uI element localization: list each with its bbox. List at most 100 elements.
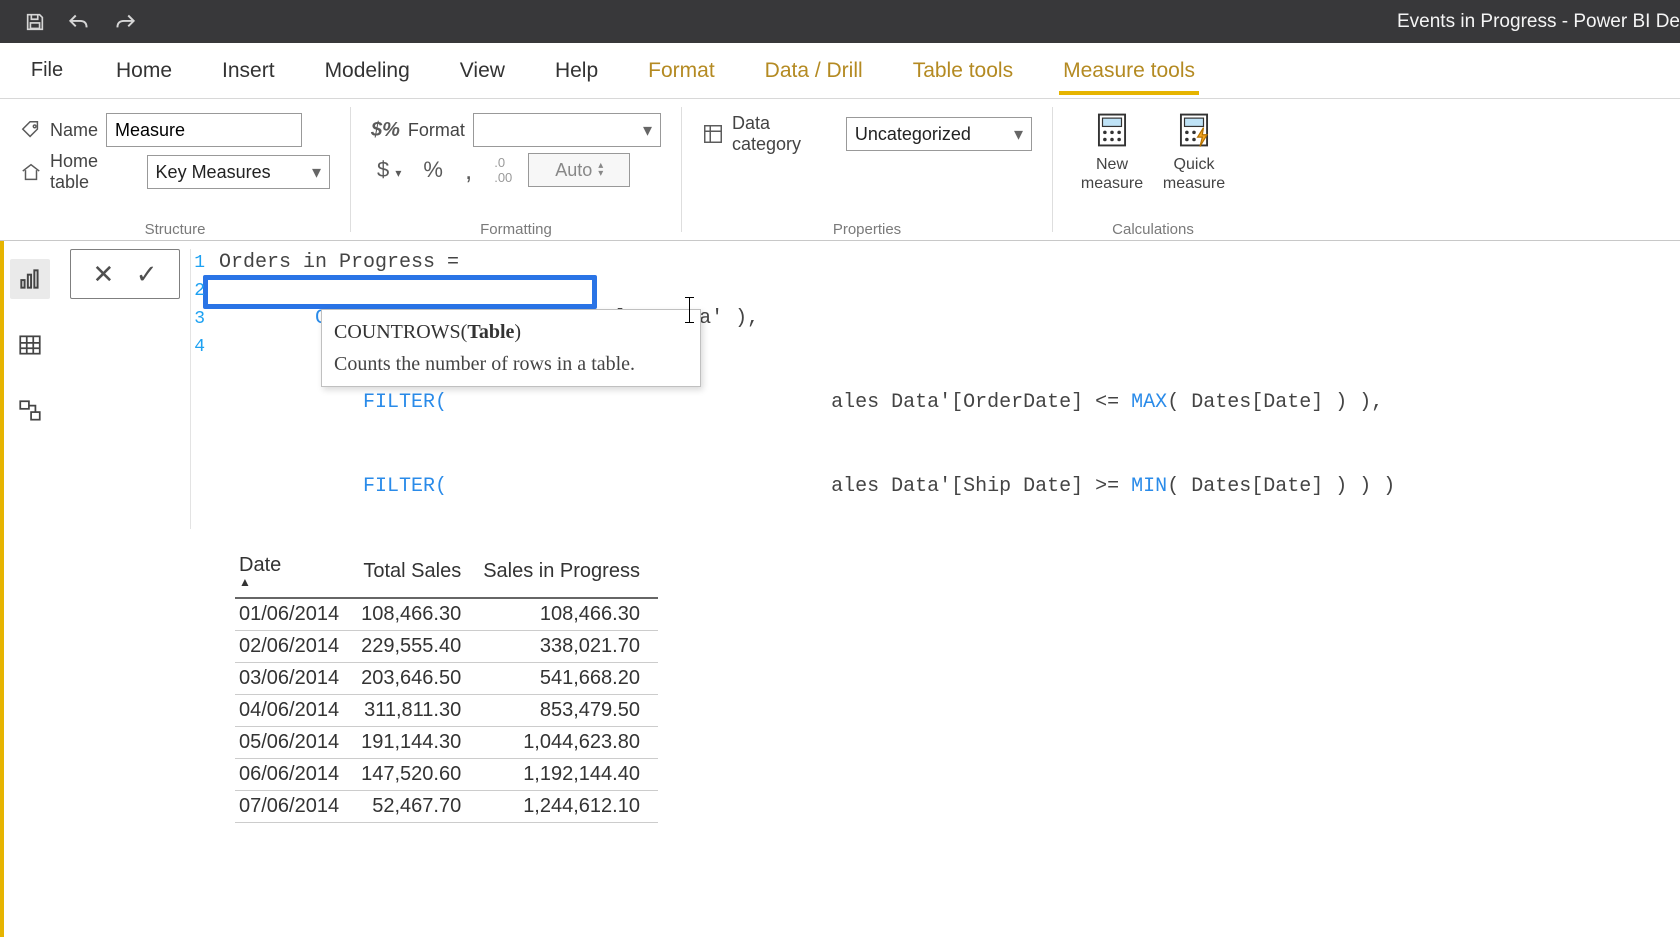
model-view-button[interactable] — [10, 391, 50, 431]
gutter-line-number: 2 — [191, 277, 205, 305]
table-cell: 1,044,623.80 — [479, 727, 658, 759]
data-category-icon — [702, 123, 724, 145]
home-table-select[interactable]: Key Measures ▾ — [147, 155, 330, 189]
table-row[interactable]: 01/06/2014108,466.30108,466.30 — [235, 598, 658, 631]
table-cell: 1,192,144.40 — [479, 759, 658, 791]
table-row[interactable]: 04/06/2014311,811.30853,479.50 — [235, 695, 658, 727]
format-select[interactable]: ▾ — [473, 113, 661, 147]
intellisense-tooltip: COUNTROWS(Table) Counts the number of ro… — [321, 309, 701, 387]
table-cell: 229,555.40 — [357, 631, 479, 663]
dax-token-max: MAX — [1131, 391, 1167, 414]
group-properties: Data category Uncategorized ▾ Properties — [682, 99, 1052, 240]
table-cell: 01/06/2014 — [235, 598, 357, 631]
thousands-separator-button[interactable]: , — [459, 161, 478, 179]
undo-icon[interactable] — [66, 11, 92, 33]
column-header[interactable]: Date▲ — [235, 550, 357, 598]
name-label: Name — [50, 120, 98, 141]
data-category-select[interactable]: Uncategorized ▾ — [846, 117, 1032, 151]
view-rail — [0, 241, 56, 937]
home-table-label: Home table — [50, 151, 139, 193]
table-cell: 07/06/2014 — [235, 791, 357, 823]
spinner-icon[interactable]: ▴▾ — [598, 162, 603, 178]
table-cell: 108,466.30 — [479, 598, 658, 631]
tab-help[interactable]: Help — [551, 53, 602, 95]
file-tab[interactable]: File — [0, 42, 94, 98]
table-row[interactable]: 07/06/201452,467.701,244,612.10 — [235, 791, 658, 823]
ribbon-tabs: File Home Insert Modeling View Help Format Dat… — [0, 43, 1680, 99]
decimal-places-icon: .0.00 — [488, 153, 518, 187]
result-table[interactable]: Date▲Total SalesSales in Progress 01/06/… — [235, 550, 658, 823]
table-cell: 853,479.50 — [479, 695, 658, 727]
ribbon: Name Home table Key Measures ▾ Structure… — [0, 99, 1680, 241]
tab-modeling[interactable]: Modeling — [321, 53, 414, 95]
dax-editor[interactable]: Orders in Progress = CALCULATE( COUNTROW… — [190, 249, 1680, 529]
table-cell: 108,466.30 — [357, 598, 479, 631]
decimal-placeholder: Auto — [555, 160, 592, 181]
table-cell: 06/06/2014 — [235, 759, 357, 791]
tab-measure-tools[interactable]: Measure tools — [1059, 53, 1199, 95]
table-cell: 191,144.30 — [357, 727, 479, 759]
tab-view[interactable]: View — [456, 53, 509, 95]
measure-name-input[interactable] — [106, 113, 302, 147]
group-formatting: $% Format ▾ $ ▾ % , .0.00 Auto ▴▾ Format… — [351, 99, 681, 240]
report-view-button[interactable] — [10, 259, 50, 299]
tooltip-description: Counts the number of rows in a table. — [334, 350, 688, 378]
sort-asc-icon: ▲ — [239, 575, 339, 589]
quick-access-toolbar — [0, 11, 138, 33]
dax-token-filter: FILTER( — [315, 391, 447, 414]
group-label-structure: Structure — [20, 217, 330, 238]
table-cell: 147,520.60 — [357, 759, 479, 791]
data-view-button[interactable] — [10, 325, 50, 365]
tooltip-signature: COUNTROWS(Table) — [334, 318, 688, 346]
chevron-down-icon: ▾ — [312, 162, 321, 183]
commit-formula-button[interactable]: ✓ — [136, 259, 158, 290]
chevron-down-icon: ▾ — [1014, 124, 1023, 145]
format-label: Format — [408, 120, 465, 141]
formula-area: ✕ ✓ Orders in Progress = CALCULATE( COUN… — [56, 241, 1680, 529]
new-measure-button[interactable]: New measure — [1073, 109, 1151, 217]
tab-format[interactable]: Format — [644, 53, 719, 95]
gutter-line-number: 3 — [191, 305, 205, 333]
dax-line-1: Orders in Progress = — [219, 251, 459, 274]
tab-home[interactable]: Home — [112, 53, 176, 95]
quick-measure-button[interactable]: Quick measure — [1155, 109, 1233, 217]
new-measure-label: New measure — [1081, 155, 1143, 193]
tab-table-tools[interactable]: Table tools — [909, 53, 1017, 95]
chevron-down-icon: ▾ — [643, 120, 652, 141]
gutter-line-number: 4 — [191, 333, 205, 361]
calculator-lightning-icon — [1175, 111, 1213, 149]
quick-measure-label: Quick measure — [1163, 155, 1225, 193]
group-structure: Name Home table Key Measures ▾ Structure — [0, 99, 350, 240]
formula-actions: ✕ ✓ — [70, 249, 180, 299]
table-cell: 541,668.20 — [479, 663, 658, 695]
table-cell: 203,646.50 — [357, 663, 479, 695]
tag-icon — [20, 119, 42, 141]
decimal-places-input[interactable]: Auto ▴▾ — [528, 153, 630, 187]
tab-insert[interactable]: Insert — [218, 53, 279, 95]
data-category-value: Uncategorized — [855, 124, 971, 145]
home-table-icon — [20, 161, 42, 183]
cancel-formula-button[interactable]: ✕ — [92, 259, 114, 290]
table-row[interactable]: 05/06/2014191,144.301,044,623.80 — [235, 727, 658, 759]
redo-icon[interactable] — [112, 11, 138, 33]
percent-button[interactable]: % — [417, 155, 449, 185]
table-row[interactable]: 03/06/2014203,646.50541,668.20 — [235, 663, 658, 695]
dax-token-min: MIN — [1131, 475, 1167, 498]
text-cursor — [689, 297, 690, 323]
tab-data-drill[interactable]: Data / Drill — [761, 53, 867, 95]
column-header[interactable]: Sales in Progress — [479, 550, 658, 598]
group-label-formatting: Formatting — [371, 217, 661, 238]
window-title: Events in Progress - Power BI De — [1397, 11, 1680, 33]
table-row[interactable]: 06/06/2014147,520.601,192,144.40 — [235, 759, 658, 791]
table-row[interactable]: 02/06/2014229,555.40338,021.70 — [235, 631, 658, 663]
column-header[interactable]: Total Sales — [357, 550, 479, 598]
table-cell: 338,021.70 — [479, 631, 658, 663]
data-category-label: Data category — [732, 113, 838, 155]
dax-token-filter: FILTER( — [315, 475, 447, 498]
currency-button[interactable]: $ ▾ — [371, 155, 407, 185]
group-calculations: New measure Quick measure Calculations — [1053, 99, 1253, 240]
calculator-icon — [1093, 111, 1131, 149]
table-cell: 52,467.70 — [357, 791, 479, 823]
save-icon[interactable] — [24, 11, 46, 33]
table-cell: 03/06/2014 — [235, 663, 357, 695]
